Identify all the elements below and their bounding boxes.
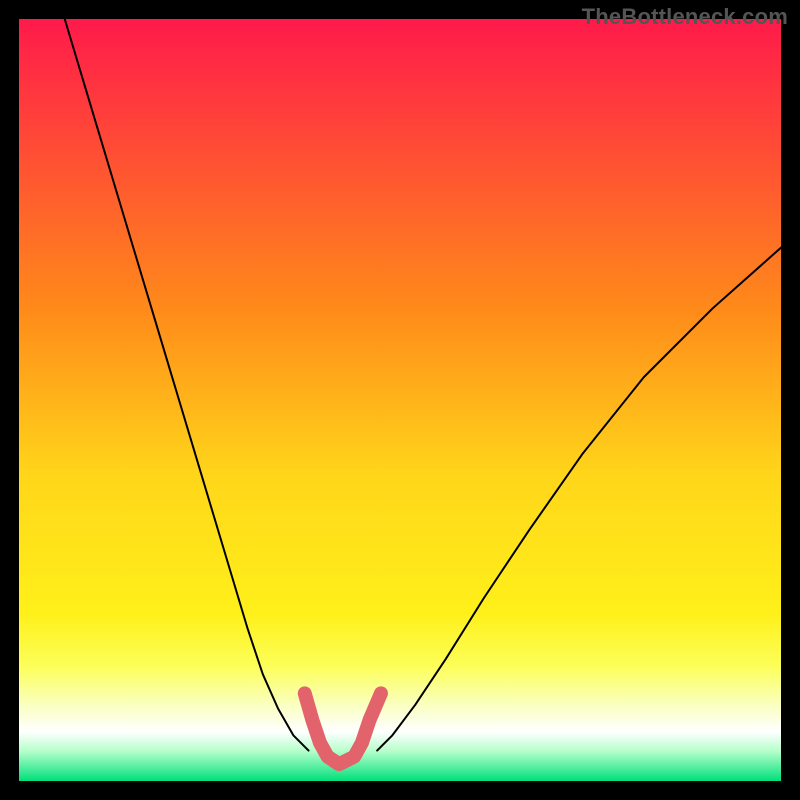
watermark-text: TheBottleneck.com xyxy=(582,4,788,30)
plot-background xyxy=(19,19,781,781)
bottleneck-chart xyxy=(19,19,781,781)
chart-frame: TheBottleneck.com xyxy=(0,0,800,800)
